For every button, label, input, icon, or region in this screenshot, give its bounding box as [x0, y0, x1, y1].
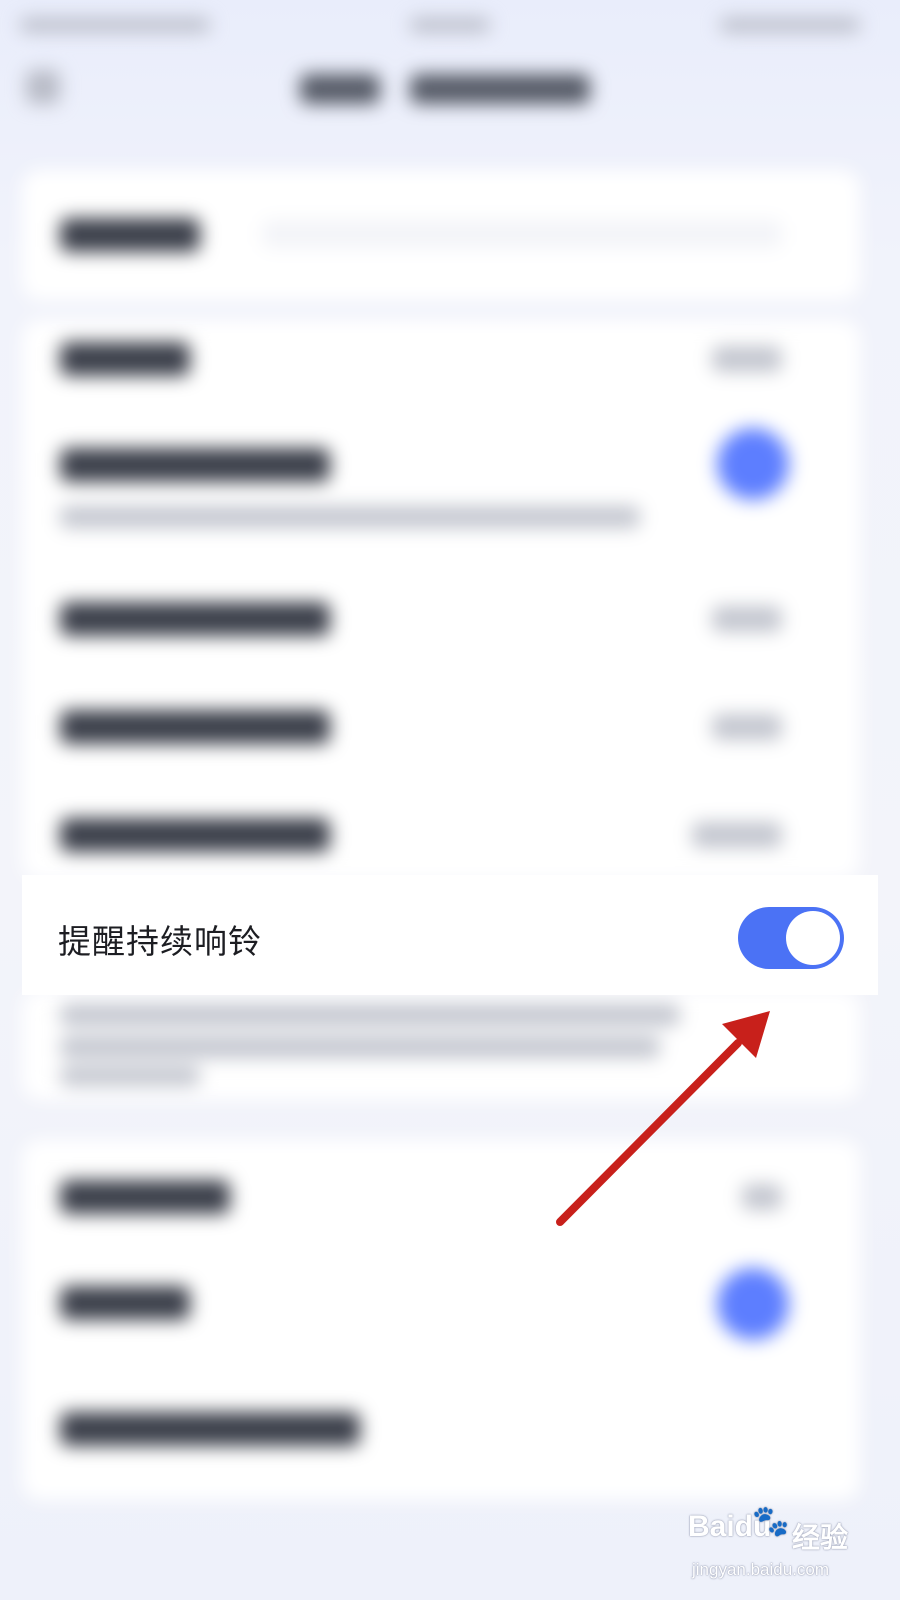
watermark-url: jingyan.baidu.com [692, 1560, 830, 1579]
paw-icon: 🐾 [752, 1504, 790, 1539]
watermark-chinese: 经验 [792, 1521, 849, 1554]
watermark: Baidu 🐾 经验 jingyan.baidu.com [688, 1504, 878, 1590]
screen: 提醒持续响铃 Baidu 🐾 经验 jingyan.baidu.com [0, 0, 900, 1600]
annotation-arrow [556, 1011, 770, 1226]
